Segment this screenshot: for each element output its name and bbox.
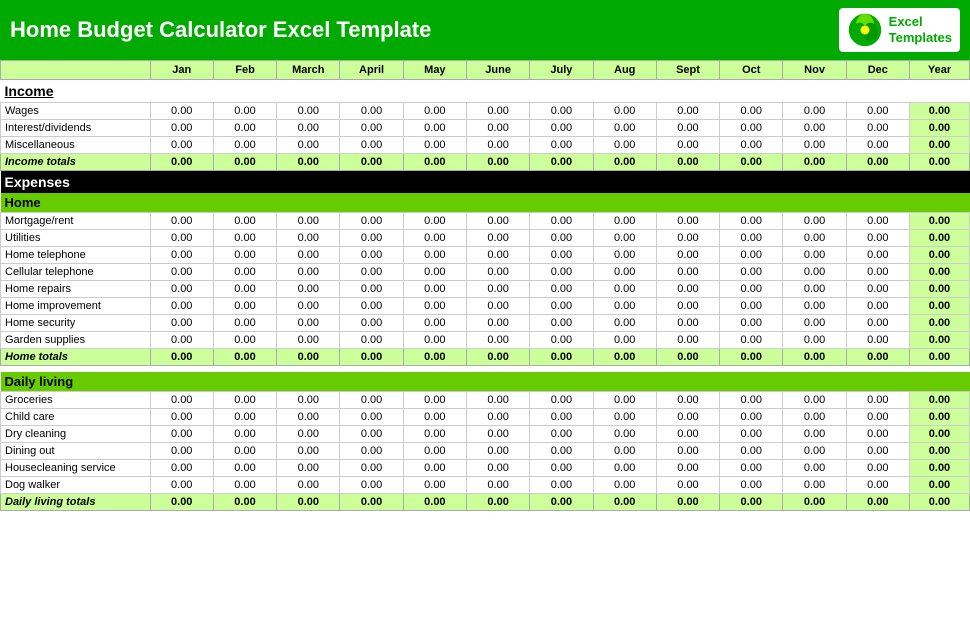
header-june: June	[467, 61, 530, 80]
budget-table: Jan Feb March April May June July Aug Se…	[0, 60, 970, 516]
home-improvement-label: Home improvement	[1, 298, 151, 315]
home-subsection-header: Home	[1, 193, 970, 213]
header-april: April	[340, 61, 403, 80]
dining-out-label: Dining out	[1, 442, 151, 459]
home-telephone-row: Home telephone 0.00 0.00 0.00 0.00 0.00 …	[1, 247, 970, 264]
income-totals-label: Income totals	[1, 154, 151, 171]
header-oct: Oct	[720, 61, 783, 80]
garden-supplies-row: Garden supplies 0.00 0.00 0.00 0.00 0.00…	[1, 332, 970, 349]
misc-label: Miscellaneous	[1, 137, 151, 154]
wages-aug[interactable]: 0.00	[593, 103, 656, 120]
housecleaning-label: Housecleaning service	[1, 459, 151, 476]
interest-label: Interest/dividends	[1, 120, 151, 137]
cellular-label: Cellular telephone	[1, 264, 151, 281]
header-may: May	[403, 61, 466, 80]
wages-label: Wages	[1, 103, 151, 120]
header-nov: Nov	[783, 61, 846, 80]
utilities-row: Utilities 0.00 0.00 0.00 0.00 0.00 0.00 …	[1, 230, 970, 247]
header-label-cell	[1, 61, 151, 80]
dry-cleaning-label: Dry cleaning	[1, 425, 151, 442]
income-section-title: Income	[5, 83, 54, 99]
home-telephone-label: Home telephone	[1, 247, 151, 264]
home-security-label: Home security	[1, 315, 151, 332]
cellular-telephone-row: Cellular telephone 0.00 0.00 0.00 0.00 0…	[1, 264, 970, 281]
child-care-row: Child care 0.00 0.00 0.00 0.00 0.00 0.00…	[1, 408, 970, 425]
wages-march[interactable]: 0.00	[277, 103, 340, 120]
income-interest-row: Interest/dividends 0.00 0.00 0.00 0.00 0…	[1, 120, 970, 137]
page-title: Home Budget Calculator Excel Template	[10, 17, 431, 43]
spacer-row-2	[1, 510, 970, 516]
daily-living-subsection-title: Daily living	[5, 374, 74, 389]
income-totals-row: Income totals 0.00 0.00 0.00 0.00 0.00 0…	[1, 154, 970, 171]
wages-nov[interactable]: 0.00	[783, 103, 846, 120]
home-totals-row: Home totals 0.00 0.00 0.00 0.00 0.00 0.0…	[1, 349, 970, 366]
groceries-label: Groceries	[1, 391, 151, 408]
wages-july[interactable]: 0.00	[530, 103, 593, 120]
home-security-row: Home security 0.00 0.00 0.00 0.00 0.00 0…	[1, 315, 970, 332]
dining-out-row: Dining out 0.00 0.00 0.00 0.00 0.00 0.00…	[1, 442, 970, 459]
header-aug: Aug	[593, 61, 656, 80]
groceries-row: Groceries 0.00 0.00 0.00 0.00 0.00 0.00 …	[1, 391, 970, 408]
header-year: Year	[909, 61, 969, 80]
daily-living-totals-row: Daily living totals 0.00 0.00 0.00 0.00 …	[1, 493, 970, 510]
utilities-label: Utilities	[1, 230, 151, 247]
expenses-section-title: Expenses	[5, 174, 70, 190]
income-misc-row: Miscellaneous 0.00 0.00 0.00 0.00 0.00 0…	[1, 137, 970, 154]
wages-oct[interactable]: 0.00	[720, 103, 783, 120]
income-section-header: Income	[1, 80, 970, 103]
wages-jan[interactable]: 0.00	[150, 103, 213, 120]
wages-may[interactable]: 0.00	[403, 103, 466, 120]
daily-living-subsection-header: Daily living	[1, 372, 970, 392]
home-repairs-label: Home repairs	[1, 281, 151, 298]
housecleaning-row: Housecleaning service 0.00 0.00 0.00 0.0…	[1, 459, 970, 476]
header-feb: Feb	[213, 61, 276, 80]
header-july: July	[530, 61, 593, 80]
header: Home Budget Calculator Excel Template Ex…	[0, 0, 970, 60]
home-totals-label: Home totals	[1, 349, 151, 366]
home-subsection-title: Home	[5, 195, 41, 210]
header-jan: Jan	[150, 61, 213, 80]
home-repairs-row: Home repairs 0.00 0.00 0.00 0.00 0.00 0.…	[1, 281, 970, 298]
logo-text: Excel Templates	[889, 14, 952, 45]
mortgage-label: Mortgage/rent	[1, 213, 151, 230]
dog-walker-label: Dog walker	[1, 476, 151, 493]
child-care-label: Child care	[1, 408, 151, 425]
wages-dec[interactable]: 0.00	[846, 103, 909, 120]
home-improvement-row: Home improvement 0.00 0.00 0.00 0.00 0.0…	[1, 298, 970, 315]
wages-june[interactable]: 0.00	[467, 103, 530, 120]
logo-icon	[847, 12, 883, 48]
income-wages-row: Wages 0.00 0.00 0.00 0.00 0.00 0.00 0.00…	[1, 103, 970, 120]
wages-feb[interactable]: 0.00	[213, 103, 276, 120]
header-march: March	[277, 61, 340, 80]
wages-year: 0.00	[909, 103, 969, 120]
wages-sept[interactable]: 0.00	[656, 103, 719, 120]
logo: Excel Templates	[839, 8, 960, 52]
mortgage-row: Mortgage/rent 0.00 0.00 0.00 0.00 0.00 0…	[1, 213, 970, 230]
expenses-section-header: Expenses	[1, 171, 970, 194]
wages-april[interactable]: 0.00	[340, 103, 403, 120]
header-dec: Dec	[846, 61, 909, 80]
dry-cleaning-row: Dry cleaning 0.00 0.00 0.00 0.00 0.00 0.…	[1, 425, 970, 442]
dog-walker-row: Dog walker 0.00 0.00 0.00 0.00 0.00 0.00…	[1, 476, 970, 493]
header-sept: Sept	[656, 61, 719, 80]
column-header-row: Jan Feb March April May June July Aug Se…	[1, 61, 970, 80]
daily-living-totals-label: Daily living totals	[1, 493, 151, 510]
garden-supplies-label: Garden supplies	[1, 332, 151, 349]
